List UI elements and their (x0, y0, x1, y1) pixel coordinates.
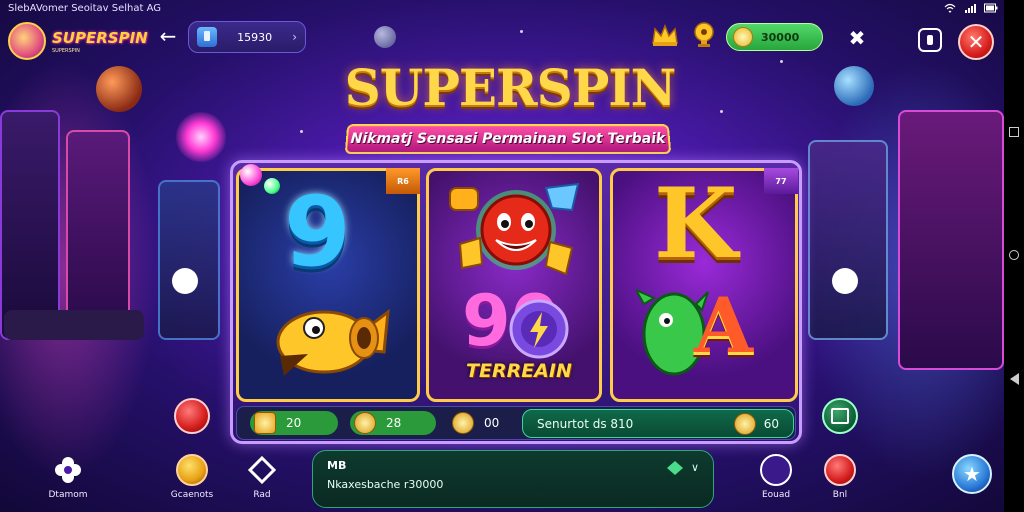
status-text: SlebAVomer Seoitav Selhat AG (8, 3, 161, 14)
system-nav-bar (1004, 0, 1024, 512)
nav-label: Bnl (810, 490, 870, 500)
app-logo: SUPERSPIN SUPERSPIN (8, 22, 148, 60)
signal-icon (964, 3, 976, 13)
chevron-right-icon: › (292, 30, 297, 44)
bet-chip-value: 00 (484, 416, 499, 430)
back-button[interactable]: ← (156, 24, 180, 48)
gem-decoration (240, 164, 262, 186)
subtitle-text: Nikmatj Sensasi Permainan Slot Terbaik (350, 131, 666, 147)
star-button[interactable]: ★ (952, 454, 992, 494)
symbol-nine: 9 (284, 184, 351, 280)
reel-caption: TERREAIN (466, 360, 572, 382)
sparkle-decoration (176, 112, 226, 162)
trophy-icon[interactable] (692, 22, 716, 48)
coin-icon (733, 27, 753, 47)
previous-arrow-button[interactable] (172, 268, 198, 294)
nav-item-dtamom[interactable]: Dtamom (38, 454, 98, 500)
arcade-machine (898, 110, 1004, 370)
lock-circle-icon (760, 454, 792, 486)
arcade-machine (0, 110, 60, 340)
bell-icon (176, 454, 208, 486)
win-label: Senurtot ds 810 (537, 417, 633, 431)
planet-decoration (834, 66, 874, 106)
golden-fish-symbol (268, 292, 392, 388)
balance-value: 15930 (225, 31, 284, 44)
arcade-console (4, 310, 144, 340)
message-panel[interactable]: MB Nkaxesbache r30000 ∨ (312, 450, 714, 508)
nav-item-eouad[interactable]: Eouad (746, 454, 806, 500)
nav-item-rad[interactable]: Rad (232, 454, 292, 500)
wifi-icon (944, 3, 956, 13)
gift-icon (824, 454, 856, 486)
red-smiley-symbol (446, 178, 586, 282)
star-decoration (520, 30, 523, 33)
nav-label: Eouad (746, 490, 806, 500)
nav-label: Gcaenots (162, 490, 222, 500)
tools-button[interactable]: ✖ (844, 25, 870, 51)
wrench-icon: ✖ (849, 26, 866, 50)
system-back-button[interactable] (1010, 373, 1019, 385)
star-decoration (720, 110, 723, 113)
gem-decoration (264, 178, 280, 194)
nav-item-bnl[interactable]: Bnl (810, 454, 870, 500)
logo-text: SUPERSPIN (52, 29, 148, 47)
close-icon: ✕ (968, 30, 985, 54)
reel-badge: R6 (386, 168, 420, 194)
status-bar: SlebAVomer Seoitav Selhat AG (0, 0, 1004, 16)
coin-balance-pill[interactable]: 30000 (726, 23, 823, 51)
message-title: MB (327, 459, 699, 472)
avatar[interactable] (8, 22, 46, 60)
arcade-machine (66, 130, 130, 330)
bet-chip-value: 28 (386, 416, 401, 430)
bet-chip-3[interactable]: 00 (448, 411, 514, 435)
planet-decoration (96, 66, 142, 112)
win-panel: Senurtot ds 810 60 (522, 409, 794, 438)
arcade-machine (158, 180, 220, 340)
bet-chip-1[interactable]: 20 (250, 411, 338, 435)
arcade-machine (808, 140, 888, 340)
balance-pill[interactable]: 15930 › (188, 21, 306, 53)
nav-label: Rad (232, 490, 292, 500)
close-button[interactable]: ✕ (958, 24, 994, 60)
bet-chip-2[interactable]: 28 (350, 411, 436, 435)
subtitle-banner: Nikmatj Sensasi Permainan Slot Terbaik (345, 124, 672, 154)
star-decoration (300, 130, 303, 133)
battery-icon (984, 3, 996, 13)
lock-button[interactable] (918, 28, 942, 52)
win-value: 60 (764, 417, 779, 431)
symbol-king: K (654, 176, 737, 272)
bet-chip-value: 20 (286, 416, 301, 430)
symbol-ace: A (694, 288, 753, 364)
nav-label: Dtamom (38, 490, 98, 500)
coin-icon (354, 412, 376, 434)
arrow-left-icon: ← (160, 24, 177, 48)
logo-subtext: SUPERSPIN (52, 48, 148, 54)
chevron-down-icon: ∨ (691, 461, 699, 474)
star-decoration (780, 60, 783, 63)
wallet-icon (197, 27, 217, 47)
coin-icon (734, 413, 756, 435)
stop-button[interactable] (174, 398, 210, 434)
game-title: SUPERSPIN (320, 58, 700, 117)
home-button[interactable] (1009, 250, 1019, 260)
diamond-icon (246, 454, 278, 486)
planet-decoration (374, 26, 396, 48)
lightning-coin-icon (508, 298, 570, 364)
message-text: Nkaxesbache r30000 (327, 478, 699, 491)
next-arrow-button[interactable] (832, 268, 858, 294)
flower-icon (52, 454, 84, 486)
coin-icon (254, 412, 276, 434)
nav-item-gcaenots[interactable]: Gcaenots (162, 454, 222, 500)
star-icon: ★ (963, 462, 981, 486)
recent-apps-button[interactable] (1009, 127, 1019, 137)
bag-button[interactable] (822, 398, 858, 434)
coin-value: 30000 (761, 31, 799, 44)
reel-badge: 77 (764, 168, 798, 194)
crown-icon[interactable] (651, 23, 679, 47)
coin-icon (452, 412, 474, 434)
